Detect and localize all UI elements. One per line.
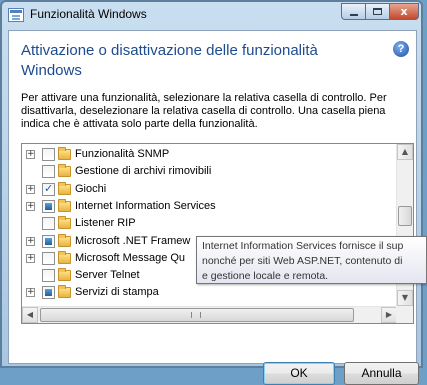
folder-icon xyxy=(58,147,71,160)
feature-label: Funzionalità SNMP xyxy=(75,148,170,160)
expand-icon[interactable]: + xyxy=(26,253,35,263)
ok-button[interactable]: OK xyxy=(263,362,335,385)
feature-row[interactable]: Listener RIP xyxy=(22,215,392,233)
minimize-button[interactable] xyxy=(341,3,366,20)
dialog-content: Attivazione o disattivazione delle funzi… xyxy=(8,30,419,385)
feature-row[interactable]: Gestione di archivi rimovibili xyxy=(22,163,392,181)
folder-icon xyxy=(58,285,71,299)
feature-label: Giochi xyxy=(75,182,107,195)
feature-label: Gestione di archivi rimovibili xyxy=(75,165,212,178)
maximize-button[interactable] xyxy=(365,3,390,20)
feature-label: Internet Information Services xyxy=(75,199,216,212)
feature-checkbox[interactable] xyxy=(42,234,55,248)
feature-label: Microsoft Message Qu xyxy=(75,251,186,264)
horizontal-scrollbar[interactable]: ◀ ▶ xyxy=(22,306,397,323)
tooltip-line: nonché per siti Web ASP.NET, contenuto d… xyxy=(202,255,403,267)
windows-features-icon xyxy=(8,8,24,22)
scroll-down-button[interactable]: ▼ xyxy=(397,290,413,306)
expand-icon[interactable]: + xyxy=(26,184,35,194)
feature-checkbox[interactable] xyxy=(42,165,55,179)
features-tree[interactable]: + Servizi di stampa Server Telnet + Microsof… xyxy=(21,143,414,324)
folder-icon xyxy=(58,250,71,264)
tooltip-line: e gestione locale e remota. xyxy=(202,270,329,282)
checkmark-icon: ✓ xyxy=(44,181,54,195)
feature-checkbox[interactable] xyxy=(42,199,55,213)
close-button[interactable]: x xyxy=(389,3,419,20)
folder-icon xyxy=(58,164,71,178)
folder-icon xyxy=(58,181,71,195)
help-icon[interactable]: ? xyxy=(393,41,409,57)
cancel-button[interactable]: Annulla xyxy=(344,362,419,385)
folder-icon xyxy=(58,216,71,230)
feature-label: Listener RIP xyxy=(75,217,136,230)
scrollbar-corner xyxy=(396,306,413,323)
folder-icon xyxy=(58,233,71,247)
window-title: Funzionalità Windows xyxy=(30,7,147,21)
folder-icon xyxy=(58,268,71,282)
folder-icon xyxy=(58,198,71,212)
instructions-text: Per attivare una funzionalità, seleziona… xyxy=(21,92,387,130)
page-title: Attivazione o disattivazione delle funzi… xyxy=(21,42,318,79)
tooltip-line: Internet Information Services fornisce i… xyxy=(202,240,404,252)
maximize-icon xyxy=(373,8,382,15)
feature-row[interactable]: + ✓ Giochi xyxy=(22,181,392,199)
grip-icon xyxy=(191,312,201,318)
expand-icon[interactable]: + xyxy=(26,236,35,246)
vertical-scroll-thumb[interactable] xyxy=(398,206,412,226)
expand-icon[interactable]: + xyxy=(26,288,35,298)
feature-row[interactable]: + Funzionalità SNMP xyxy=(22,146,392,164)
expand-icon[interactable]: + xyxy=(26,201,35,211)
horizontal-scroll-thumb[interactable] xyxy=(40,308,354,322)
expand-icon[interactable]: + xyxy=(26,150,35,159)
feature-checkbox[interactable] xyxy=(42,251,55,265)
feature-checkbox[interactable] xyxy=(42,269,55,283)
feature-checkbox[interactable] xyxy=(42,217,55,231)
scroll-left-button[interactable]: ◀ xyxy=(22,307,38,323)
feature-label: Servizi di stampa xyxy=(75,286,159,299)
feature-label: Microsoft .NET Framew xyxy=(75,234,191,247)
title-bar[interactable]: Funzionalità Windows x xyxy=(2,2,421,30)
minimize-icon xyxy=(350,14,358,16)
feature-label: Server Telnet xyxy=(75,269,140,282)
feature-tooltip: Internet Information Services fornisce i… xyxy=(196,236,427,284)
close-icon: x xyxy=(400,5,408,18)
dialog-window: Funzionalità Windows x Attivazione o dis… xyxy=(0,0,423,385)
feature-checkbox[interactable]: ✓ xyxy=(42,181,55,196)
feature-checkbox[interactable] xyxy=(42,148,55,161)
scroll-right-button[interactable]: ▶ xyxy=(381,307,397,323)
feature-checkbox[interactable] xyxy=(42,286,55,300)
feature-row[interactable]: + Servizi di stampa xyxy=(22,284,392,302)
scroll-up-button[interactable]: ▲ xyxy=(397,144,413,160)
feature-row[interactable]: + Internet Information Services xyxy=(22,198,392,216)
